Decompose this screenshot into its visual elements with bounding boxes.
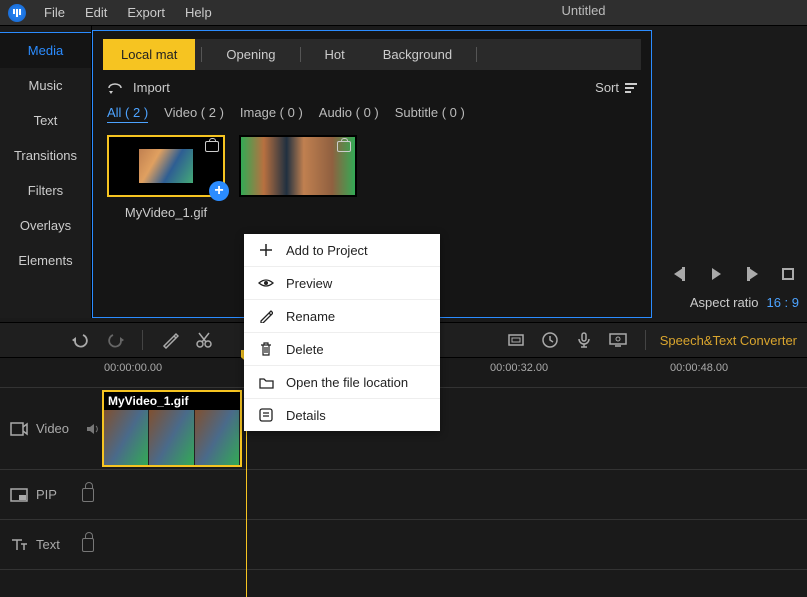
filter-subtitle[interactable]: Subtitle ( 0 ) <box>395 105 465 123</box>
context-menu: Add to Project Preview Rename Delete Ope… <box>244 234 440 431</box>
import-label: Import <box>133 80 170 95</box>
folder-icon <box>258 374 274 390</box>
speech-text-converter-link[interactable]: Speech&Text Converter <box>660 333 797 348</box>
voiceover-button[interactable] <box>571 327 597 353</box>
menu-help[interactable]: Help <box>175 5 222 20</box>
filter-image[interactable]: Image ( 0 ) <box>240 105 303 123</box>
sidebar-item-text[interactable]: Text <box>0 103 91 138</box>
divider <box>142 330 143 350</box>
sort-icon <box>625 83 637 93</box>
timeline-clip[interactable]: MyVideo_1.gif <box>102 390 242 467</box>
track-text: Text <box>0 520 807 570</box>
divider <box>476 47 477 62</box>
pencil-icon <box>258 308 274 324</box>
ctx-label: Preview <box>286 276 332 291</box>
media-filter-row: All ( 2 ) Video ( 2 ) Image ( 0 ) Audio … <box>107 105 637 123</box>
import-icon <box>107 81 123 95</box>
eye-icon <box>258 275 274 291</box>
sidebar: Media Music Text Transitions Filters Ove… <box>0 26 92 318</box>
ctx-label: Delete <box>286 342 324 357</box>
tab-opening[interactable]: Opening <box>208 39 293 70</box>
filter-video[interactable]: Video ( 2 ) <box>164 105 224 123</box>
record-screen-button[interactable] <box>605 327 631 353</box>
import-button[interactable]: Import <box>107 80 170 95</box>
video-track-icon <box>10 422 28 436</box>
media-item-1[interactable]: + MyVideo_1.gif <box>107 135 225 220</box>
add-to-project-icon[interactable]: + <box>209 181 229 201</box>
track-label: Video <box>36 421 69 436</box>
tab-hot[interactable]: Hot <box>307 39 363 70</box>
ctx-rename[interactable]: Rename <box>244 300 440 333</box>
play-button[interactable] <box>705 263 727 285</box>
lock-icon[interactable] <box>82 538 94 552</box>
playback-controls <box>664 263 799 285</box>
sidebar-item-overlays[interactable]: Overlays <box>0 208 91 243</box>
ctx-label: Rename <box>286 309 335 324</box>
menu-edit[interactable]: Edit <box>75 5 117 20</box>
ctx-delete[interactable]: Delete <box>244 333 440 366</box>
sidebar-item-music[interactable]: Music <box>0 68 91 103</box>
sort-button[interactable]: Sort <box>595 80 637 95</box>
filter-audio[interactable]: Audio ( 0 ) <box>319 105 379 123</box>
sidebar-item-elements[interactable]: Elements <box>0 243 91 278</box>
prev-frame-button[interactable] <box>669 263 691 285</box>
divider <box>645 330 646 350</box>
media-item-2[interactable] <box>239 135 357 220</box>
undo-button[interactable] <box>68 327 94 353</box>
timecode-3: 00:00:48.00 <box>670 362 728 374</box>
menu-bar: File Edit Export Help Untitled <box>0 0 807 26</box>
duration-button[interactable] <box>537 327 563 353</box>
pip-track-icon <box>10 488 28 502</box>
sidebar-item-media[interactable]: Media <box>0 32 91 68</box>
timecode-2: 00:00:32.00 <box>490 362 548 374</box>
track-label: PIP <box>36 487 57 502</box>
trash-icon <box>258 341 274 357</box>
tab-local[interactable]: Local mat <box>103 39 195 70</box>
ctx-label: Add to Project <box>286 243 368 258</box>
track-pip: PIP <box>0 470 807 520</box>
lock-icon[interactable] <box>82 488 94 502</box>
filter-all[interactable]: All ( 2 ) <box>107 105 148 123</box>
ctx-details[interactable]: Details <box>244 399 440 431</box>
tab-background[interactable]: Background <box>365 39 470 70</box>
camera-icon <box>205 141 219 152</box>
document-title: Untitled <box>561 3 605 18</box>
media-tabs: Local mat Opening Hot Background <box>103 39 641 70</box>
menu-export[interactable]: Export <box>117 5 175 20</box>
camera-icon <box>337 141 351 152</box>
ctx-add-to-project[interactable]: Add to Project <box>244 234 440 267</box>
mute-icon[interactable] <box>86 423 100 435</box>
text-track-icon <box>10 537 28 553</box>
redo-button[interactable] <box>102 327 128 353</box>
timecode-0: 00:00:00.00 <box>104 362 162 374</box>
next-frame-button[interactable] <box>741 263 763 285</box>
details-icon <box>258 407 274 423</box>
track-label: Text <box>36 537 60 552</box>
media-item-name: MyVideo_1.gif <box>107 205 225 220</box>
divider <box>300 47 301 62</box>
clip-label: MyVideo_1.gif <box>104 392 240 410</box>
sort-label: Sort <box>595 80 619 95</box>
ctx-open-location[interactable]: Open the file location <box>244 366 440 399</box>
media-thumbnails: + MyVideo_1.gif <box>103 135 641 220</box>
app-logo-icon <box>8 4 26 22</box>
ctx-label: Open the file location <box>286 375 408 390</box>
plus-icon <box>258 242 274 258</box>
crop-button[interactable] <box>503 327 529 353</box>
preview-panel: Aspect ratio 16 : 9 <box>656 26 807 318</box>
sidebar-item-transitions[interactable]: Transitions <box>0 138 91 173</box>
edit-tool-button[interactable] <box>157 327 183 353</box>
aspect-ratio-value[interactable]: 16 : 9 <box>766 295 799 310</box>
aspect-ratio-label: Aspect ratio <box>690 295 759 310</box>
divider <box>201 47 202 62</box>
thumbnail-image <box>139 149 193 183</box>
menu-file[interactable]: File <box>34 5 75 20</box>
ctx-preview[interactable]: Preview <box>244 267 440 300</box>
ctx-label: Details <box>286 408 326 423</box>
cut-tool-button[interactable] <box>191 327 217 353</box>
stop-button[interactable] <box>777 263 799 285</box>
sidebar-item-filters[interactable]: Filters <box>0 173 91 208</box>
